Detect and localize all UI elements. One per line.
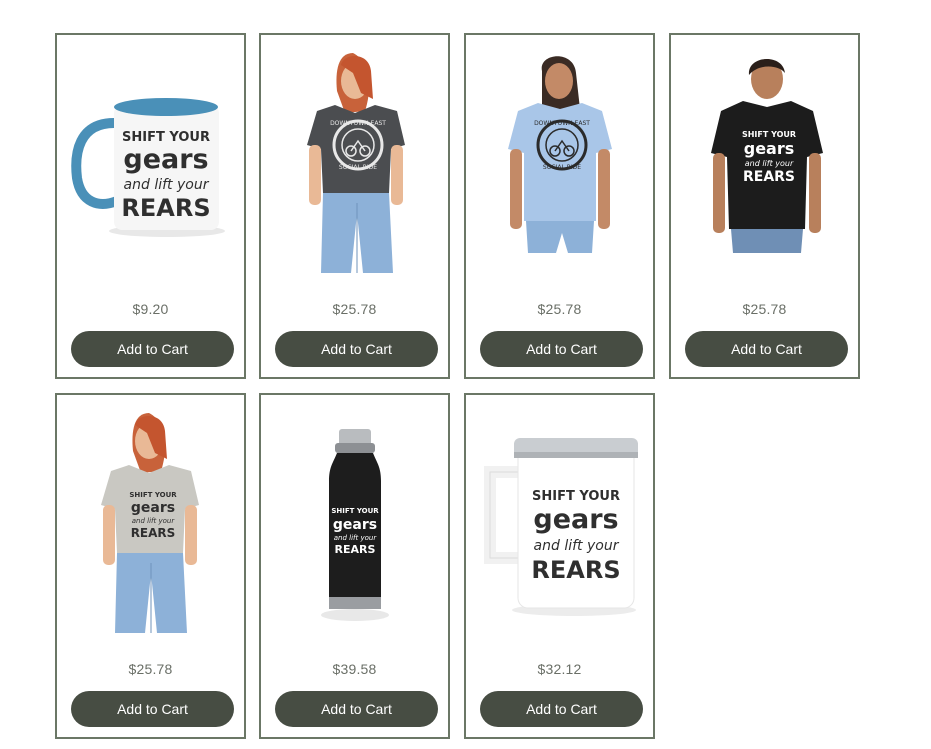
product-image-tee[interactable]: DOWNTOWN EAST SOCIAL RIDE bbox=[273, 53, 436, 273]
graphic-line-3: and lift your bbox=[745, 159, 794, 168]
product-price: $25.78 bbox=[128, 661, 173, 677]
graphic-line-2: SOCIAL RIDE bbox=[339, 164, 377, 171]
add-to-cart-button[interactable]: Add to Cart bbox=[71, 331, 234, 367]
product-card: SHIFT YOUR gears and lift your REARS $25… bbox=[669, 33, 860, 379]
tee-image: SHIFT YOUR gears and lift your REARS bbox=[711, 58, 823, 253]
product-image-tee[interactable]: DOWNTOWN EAST SOCIAL RIDE bbox=[478, 53, 641, 273]
graphic-line-1: DOWNTOWN EAST bbox=[534, 120, 590, 127]
product-card: SHIFT YOUR gears and lift your REARS $9.… bbox=[55, 33, 246, 379]
graphic-line-1: SHIFT YOUR bbox=[331, 507, 379, 515]
product-image-tee[interactable]: SHIFT YOUR gears and lift your REARS bbox=[683, 53, 846, 273]
graphic-line-2: SOCIAL RIDE bbox=[543, 164, 581, 171]
graphic-line-2: gears bbox=[744, 139, 795, 158]
graphic-line-4: REARS bbox=[743, 169, 795, 185]
product-image-tee[interactable]: SHIFT YOUR gears and lift your REARS bbox=[69, 413, 232, 633]
graphic-line-2: gears bbox=[123, 144, 208, 175]
product-price: $39.58 bbox=[332, 661, 377, 677]
graphic-line-3: and lift your bbox=[334, 534, 378, 542]
graphic-line-1: SHIFT YOUR bbox=[532, 489, 620, 504]
graphic-line-1: SHIFT YOUR bbox=[742, 130, 796, 139]
product-price: $25.78 bbox=[537, 301, 582, 317]
graphic-line-2: gears bbox=[533, 504, 618, 535]
graphic-line-3: and lift your bbox=[124, 177, 210, 193]
product-image-mug[interactable]: SHIFT YOUR gears and lift your REARS bbox=[69, 53, 232, 273]
product-price: $25.78 bbox=[742, 301, 787, 317]
graphic-line-1: DOWNTOWN EAST bbox=[330, 120, 386, 127]
add-to-cart-button[interactable]: Add to Cart bbox=[480, 331, 643, 367]
graphic-line-4: REARS bbox=[531, 556, 620, 584]
tee-image: SHIFT YOUR gears and lift your REARS bbox=[101, 413, 199, 633]
product-grid: SHIFT YOUR gears and lift your REARS $9.… bbox=[0, 0, 931, 749]
graphic-line-1: SHIFT YOUR bbox=[122, 130, 210, 145]
graphic-line-2: gears bbox=[131, 500, 175, 516]
product-image-travel-mug[interactable]: SHIFT YOUR gears and lift your REARS bbox=[478, 413, 641, 633]
add-to-cart-button[interactable]: Add to Cart bbox=[685, 331, 848, 367]
product-price: $32.12 bbox=[537, 661, 582, 677]
tee-image: DOWNTOWN EAST SOCIAL RIDE bbox=[307, 53, 405, 273]
product-card: SHIFT YOUR gears and lift your REARS $25… bbox=[55, 393, 246, 739]
graphic-line-3: and lift your bbox=[534, 538, 620, 554]
bottle-image: SHIFT YOUR gears and lift your REARS bbox=[321, 429, 389, 621]
product-price: $25.78 bbox=[332, 301, 377, 317]
graphic-line-2: gears bbox=[333, 517, 377, 533]
graphic-line-3: and lift your bbox=[132, 517, 176, 525]
graphic-line-4: REARS bbox=[121, 194, 210, 222]
product-image-bottle[interactable]: SHIFT YOUR gears and lift your REARS bbox=[273, 413, 436, 633]
product-card: DOWNTOWN EAST SOCIAL RIDE $25.78 Add to … bbox=[464, 33, 655, 379]
product-card: SHIFT YOUR gears and lift your REARS $32… bbox=[464, 393, 655, 739]
graphic-line-4: REARS bbox=[131, 526, 176, 540]
product-card: SHIFT YOUR gears and lift your REARS $39… bbox=[259, 393, 450, 739]
mug-image: SHIFT YOUR gears and lift your REARS bbox=[71, 98, 225, 237]
graphic-line-4: REARS bbox=[335, 543, 376, 556]
add-to-cart-button[interactable]: Add to Cart bbox=[275, 691, 438, 727]
travel-mug-image: SHIFT YOUR gears and lift your REARS bbox=[484, 438, 638, 616]
product-card: DOWNTOWN EAST SOCIAL RIDE $25.78 Add to … bbox=[259, 33, 450, 379]
add-to-cart-button[interactable]: Add to Cart bbox=[275, 331, 438, 367]
product-price: $9.20 bbox=[132, 301, 169, 317]
tee-image: DOWNTOWN EAST SOCIAL RIDE bbox=[508, 56, 612, 253]
add-to-cart-button[interactable]: Add to Cart bbox=[480, 691, 643, 727]
graphic-line-1: SHIFT YOUR bbox=[129, 491, 177, 499]
add-to-cart-button[interactable]: Add to Cart bbox=[71, 691, 234, 727]
